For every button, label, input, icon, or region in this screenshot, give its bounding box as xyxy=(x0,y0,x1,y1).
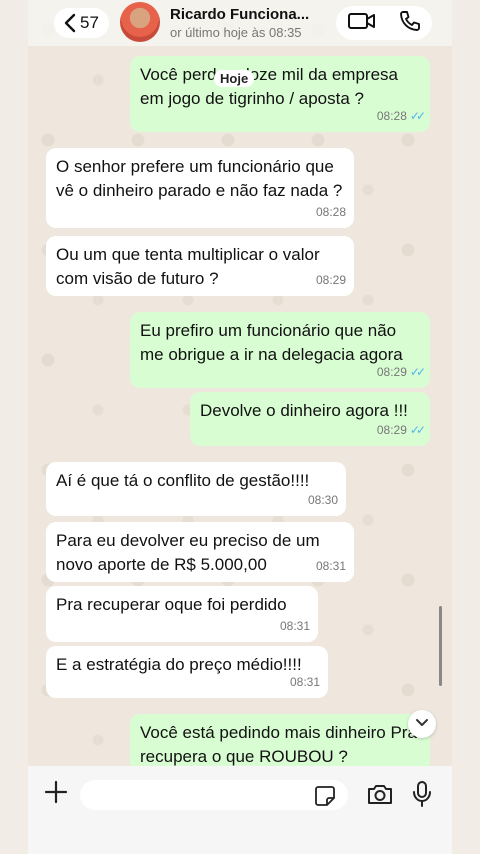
message-outgoing[interactable]: Você perdeu doze mil da empresa em jogo … xyxy=(130,56,430,132)
message-incoming[interactable]: Aí é que tá o conflito de gestão!!!! 08:… xyxy=(46,462,346,516)
chevron-left-icon xyxy=(64,13,76,33)
message-time: 08:31 xyxy=(279,619,310,633)
message-text: Você perdeu doze mil da empresa em jogo … xyxy=(140,65,398,108)
message-incoming[interactable]: Pra recuperar oque foi perdido 08:31 xyxy=(46,586,318,642)
message-outgoing[interactable]: Devolve o dinheiro agora !!! 08:29 ✓✓ xyxy=(190,392,430,446)
plus-icon[interactable] xyxy=(44,780,68,810)
date-chip: Hoje xyxy=(214,70,255,87)
read-ticks-icon: ✓✓ xyxy=(409,423,426,437)
message-outgoing[interactable]: Eu prefiro um funcionário que não me obr… xyxy=(130,312,430,388)
phone-icon[interactable] xyxy=(398,9,422,38)
microphone-icon[interactable] xyxy=(412,780,432,813)
chevron-down-icon xyxy=(415,715,429,733)
scroll-down-button[interactable] xyxy=(408,710,436,738)
message-incoming[interactable]: Ou um que tenta multiplicar o valor com … xyxy=(46,236,354,296)
message-text: Aí é que tá o conflito de gestão!!!! xyxy=(56,471,310,490)
composer-bar xyxy=(28,766,452,854)
message-meta: 08:29 ✓✓ xyxy=(376,418,426,442)
message-text: Você está pedindo mais dinheiro Pra recu… xyxy=(140,723,417,766)
message-meta: 08:29 ✓✓ xyxy=(376,360,426,384)
message-meta: 08:28 ✓✓ xyxy=(376,104,426,128)
call-actions xyxy=(336,6,432,40)
message-time: 08:29 xyxy=(376,365,407,379)
contact-name[interactable]: Ricardo Funciona... xyxy=(170,6,309,23)
message-time: 08:28 xyxy=(376,109,407,123)
message-text: E a estratégia do preço médio!!!! xyxy=(56,655,302,674)
chat-screen: 57 Ricardo Funciona... or último hoje às… xyxy=(28,0,452,854)
message-text: O senhor prefere um funcionário que vê o… xyxy=(56,157,343,200)
message-time: 08:31 xyxy=(289,675,320,689)
message-incoming[interactable]: O senhor prefere um funcionário que vê o… xyxy=(46,148,354,228)
video-camera-icon[interactable] xyxy=(347,11,377,36)
message-time: 08:30 xyxy=(307,493,338,507)
message-text: Para eu devolver eu preciso de um novo a… xyxy=(56,531,320,574)
chat-header: 57 Ricardo Funciona... or último hoje às… xyxy=(28,0,452,46)
back-button[interactable]: 57 xyxy=(54,8,109,38)
unread-count: 57 xyxy=(80,13,99,32)
last-seen-status: or último hoje às 08:35 xyxy=(170,25,302,40)
sticker-icon[interactable] xyxy=(314,785,336,812)
message-time: 08:29 xyxy=(376,423,407,437)
message-text: Pra recuperar oque foi perdido xyxy=(56,595,287,614)
message-incoming[interactable]: Para eu devolver eu preciso de um novo a… xyxy=(46,522,354,582)
message-time: 08:28 xyxy=(315,205,346,219)
read-ticks-icon: ✓✓ xyxy=(409,365,426,379)
message-time: 08:29 xyxy=(315,273,346,287)
scrollbar[interactable] xyxy=(439,606,442,686)
message-time: 08:31 xyxy=(315,559,346,573)
message-text: Eu prefiro um funcionário que não me obr… xyxy=(140,321,403,364)
read-ticks-icon: ✓✓ xyxy=(409,109,426,123)
message-input[interactable] xyxy=(80,780,348,810)
camera-icon[interactable] xyxy=(366,782,394,811)
message-incoming[interactable]: E a estratégia do preço médio!!!! 08:31 xyxy=(46,646,328,698)
message-text: Ou um que tenta multiplicar o valor com … xyxy=(56,245,320,288)
avatar[interactable] xyxy=(120,2,160,42)
